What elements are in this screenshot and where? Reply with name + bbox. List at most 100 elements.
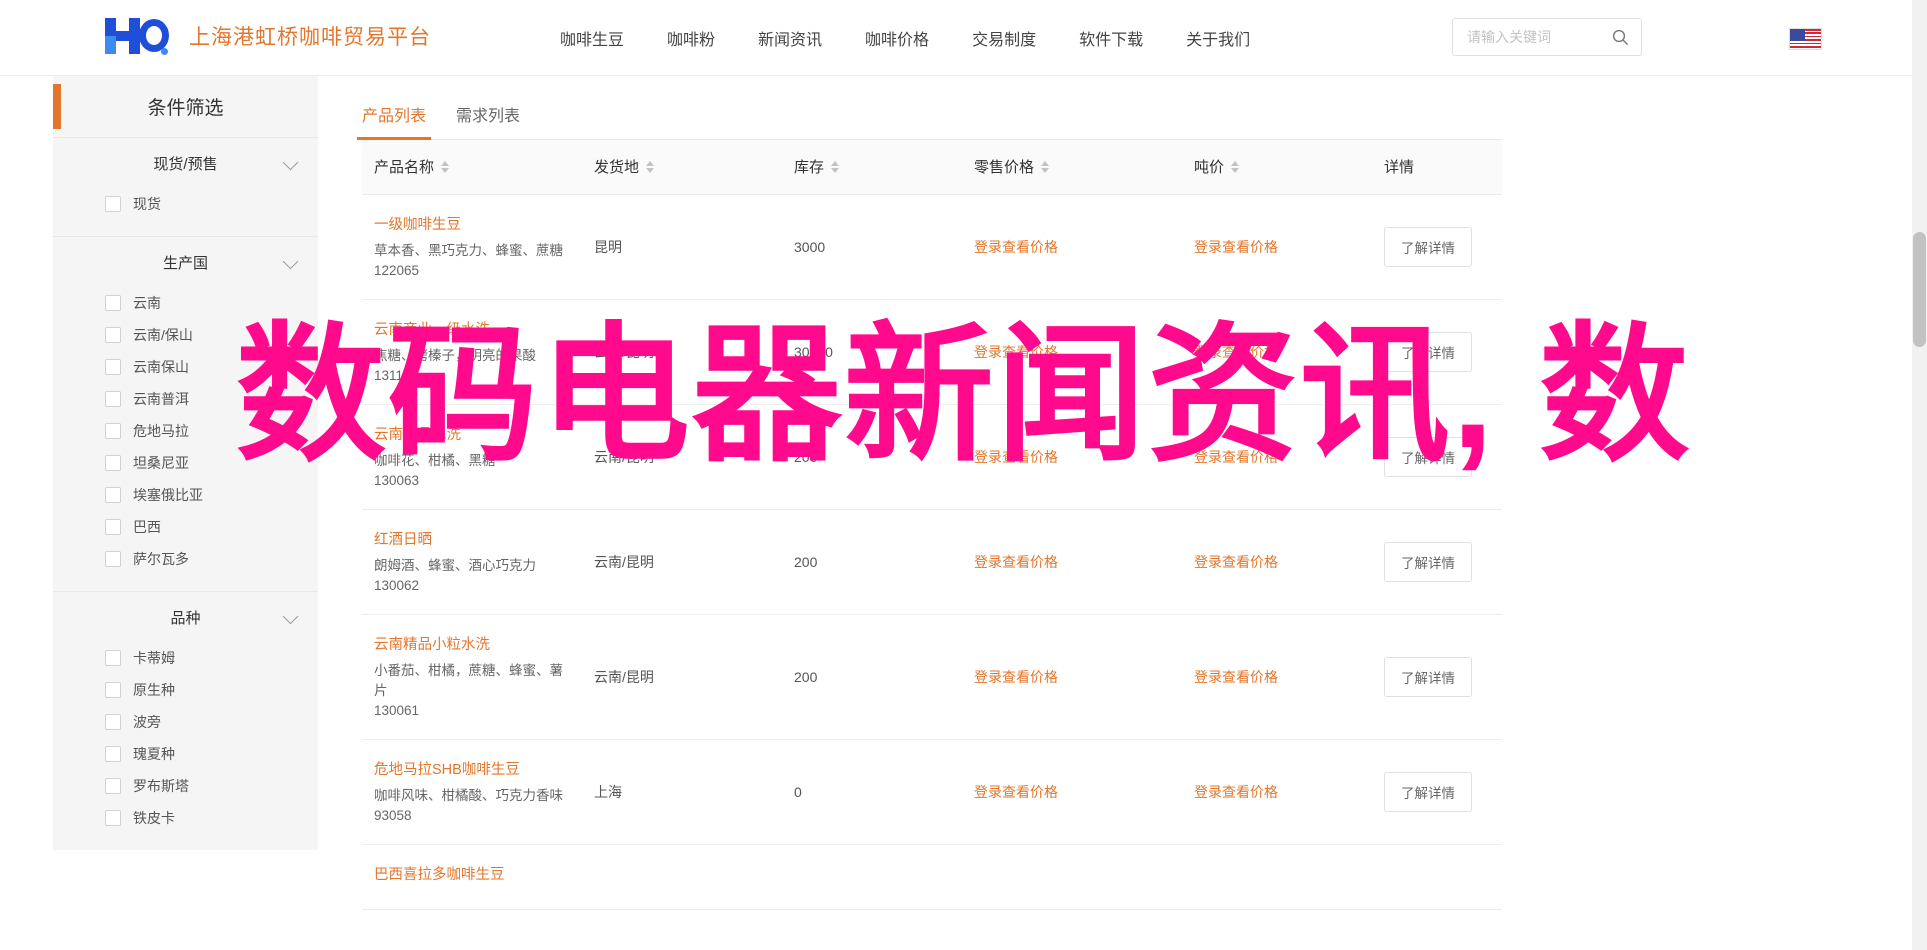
- filter-group-label: 生产国: [162, 254, 208, 272]
- login-to-view-ton-price-link[interactable]: 登录查看价格: [1194, 554, 1278, 570]
- product-name-link[interactable]: 危地马拉SHB咖啡生豆: [374, 758, 570, 779]
- login-to-view-ton-price-link[interactable]: 登录查看价格: [1194, 344, 1278, 360]
- login-to-view-ton-price-link[interactable]: 登录查看价格: [1194, 784, 1278, 800]
- chevron-down-icon[interactable]: [282, 608, 299, 625]
- login-to-view-price-link[interactable]: 登录查看价格: [974, 239, 1058, 255]
- nav-item-coffee-powder[interactable]: 咖啡粉: [667, 26, 715, 50]
- filter-option[interactable]: 埃塞俄比亚: [53, 479, 318, 511]
- search-icon[interactable]: [1612, 29, 1629, 46]
- nav-item-trading-rules[interactable]: 交易制度: [972, 26, 1036, 50]
- login-to-view-ton-price-link[interactable]: 登录查看价格: [1194, 449, 1278, 465]
- sort-icon[interactable]: [441, 160, 450, 173]
- checkbox[interactable]: [105, 551, 121, 567]
- product-name-link[interactable]: 云南精品小粒水洗: [374, 633, 570, 654]
- checkbox[interactable]: [105, 714, 121, 730]
- filter-option[interactable]: 罗布斯塔: [53, 770, 318, 802]
- product-name-link[interactable]: 云南精品水洗: [374, 423, 570, 444]
- sort-icon[interactable]: [1041, 160, 1050, 173]
- checkbox[interactable]: [105, 391, 121, 407]
- table-row[interactable]: 红酒日晒 朗姆酒、蜂蜜、酒心巧克力 130062 云南/昆明 200 登录查看价…: [362, 509, 1502, 615]
- filter-option[interactable]: 云南普洱: [53, 383, 318, 415]
- checkbox[interactable]: [105, 196, 121, 212]
- checkbox[interactable]: [105, 810, 121, 826]
- product-name-link[interactable]: 巴西喜拉多咖啡生豆: [374, 863, 570, 884]
- table-row[interactable]: 一级咖啡生豆 草本香、黑巧克力、蜂蜜、蔗糖 122065 昆明 3000 登录查…: [362, 194, 1502, 300]
- search-box[interactable]: [1452, 18, 1642, 56]
- search-input[interactable]: [1467, 29, 1602, 45]
- chevron-down-icon[interactable]: [282, 154, 299, 171]
- filter-option[interactable]: 铁皮卡: [53, 802, 318, 834]
- detail-button[interactable]: 了解详情: [1384, 541, 1472, 582]
- checkbox[interactable]: [105, 423, 121, 439]
- product-name-link[interactable]: 云南商业一级水洗: [374, 318, 570, 339]
- nav-item-coffee-beans[interactable]: 咖啡生豆: [560, 26, 624, 50]
- checkbox[interactable]: [105, 359, 121, 375]
- filter-option[interactable]: 萨尔瓦多: [53, 543, 318, 575]
- filter-option[interactable]: 原生种: [53, 674, 318, 706]
- table-row[interactable]: 云南商业一级水洗 焦糖、烤榛子，明亮的果酸 131164 云南/昆明 30000…: [362, 299, 1502, 405]
- filter-option[interactable]: 巴西: [53, 511, 318, 543]
- filter-option[interactable]: 云南/保山: [53, 319, 318, 351]
- table-row[interactable]: 云南精品水洗 咖啡花、柑橘、黑糖 130063 云南/昆明 200 登录查看价格…: [362, 404, 1502, 510]
- checkbox[interactable]: [105, 650, 121, 666]
- filter-group-header[interactable]: 品种: [53, 592, 318, 642]
- login-to-view-ton-price-link[interactable]: 登录查看价格: [1194, 239, 1278, 255]
- checkbox[interactable]: [105, 746, 121, 762]
- logo[interactable]: 上海港虹桥咖啡贸易平台: [105, 14, 431, 58]
- scrollbar-thumb[interactable]: [1913, 232, 1926, 347]
- checkbox[interactable]: [105, 455, 121, 471]
- nav-item-about-us[interactable]: 关于我们: [1186, 26, 1250, 50]
- filter-option[interactable]: 坦桑尼亚: [53, 447, 318, 479]
- checkbox[interactable]: [105, 682, 121, 698]
- checkbox[interactable]: [105, 295, 121, 311]
- cell-ship: 云南/昆明: [582, 509, 782, 615]
- tab-product-list[interactable]: 产品列表: [356, 102, 432, 140]
- product-name-link[interactable]: 红酒日晒: [374, 528, 570, 549]
- detail-button[interactable]: 了解详情: [1384, 331, 1472, 372]
- col-retail-price[interactable]: 零售价格: [962, 140, 1182, 195]
- col-stock[interactable]: 库存: [782, 140, 962, 195]
- filter-option[interactable]: 波旁: [53, 706, 318, 738]
- login-to-view-price-link[interactable]: 登录查看价格: [974, 784, 1058, 800]
- table-row[interactable]: 云南精品小粒水洗 小番茄、柑橘，蔗糖、蜂蜜、薯片 130061 云南/昆明 20…: [362, 614, 1502, 740]
- detail-button[interactable]: 了解详情: [1384, 656, 1472, 697]
- page-scrollbar[interactable]: [1912, 0, 1927, 950]
- login-to-view-price-link[interactable]: 登录查看价格: [974, 669, 1058, 685]
- login-to-view-price-link[interactable]: 登录查看价格: [974, 554, 1058, 570]
- checkbox[interactable]: [105, 519, 121, 535]
- detail-button[interactable]: 了解详情: [1384, 771, 1472, 812]
- filter-option[interactable]: 现货: [53, 188, 318, 220]
- filter-option[interactable]: 瑰夏种: [53, 738, 318, 770]
- table-row[interactable]: 危地马拉SHB咖啡生豆 咖啡风味、柑橘酸、巧克力香味 93058 上海 0 登录…: [362, 739, 1502, 845]
- checkbox[interactable]: [105, 327, 121, 343]
- col-ship-from[interactable]: 发货地: [582, 140, 782, 195]
- filter-option[interactable]: 危地马拉: [53, 415, 318, 447]
- filter-option[interactable]: 云南: [53, 287, 318, 319]
- filter-option[interactable]: 云南保山: [53, 351, 318, 383]
- col-ton-price[interactable]: 吨价: [1182, 140, 1372, 195]
- col-product-name[interactable]: 产品名称: [362, 140, 582, 195]
- checkbox[interactable]: [105, 487, 121, 503]
- login-to-view-ton-price-link[interactable]: 登录查看价格: [1194, 669, 1278, 685]
- chevron-down-icon[interactable]: [282, 253, 299, 270]
- detail-button[interactable]: 了解详情: [1384, 226, 1472, 267]
- nav-item-news[interactable]: 新闻资讯: [758, 26, 822, 50]
- login-to-view-price-link[interactable]: 登录查看价格: [974, 449, 1058, 465]
- us-flag-icon[interactable]: [1789, 28, 1822, 50]
- table-row[interactable]: 巴西喜拉多咖啡生豆: [362, 844, 1502, 910]
- product-name-link[interactable]: 一级咖啡生豆: [374, 213, 570, 234]
- filter-group-header[interactable]: 现货/预售: [53, 138, 318, 188]
- nav-item-software-download[interactable]: 软件下载: [1079, 26, 1143, 50]
- sort-icon[interactable]: [831, 160, 840, 173]
- login-to-view-price-link[interactable]: 登录查看价格: [974, 344, 1058, 360]
- cell-ton: [1182, 844, 1372, 910]
- nav-item-coffee-price[interactable]: 咖啡价格: [865, 26, 929, 50]
- detail-button[interactable]: 了解详情: [1384, 436, 1472, 477]
- sort-icon[interactable]: [646, 160, 655, 173]
- col-label: 库存: [794, 159, 825, 177]
- checkbox[interactable]: [105, 778, 121, 794]
- filter-group-header[interactable]: 生产国: [53, 237, 318, 287]
- filter-option[interactable]: 卡蒂姆: [53, 642, 318, 674]
- tab-demand-list[interactable]: 需求列表: [456, 102, 520, 139]
- sort-icon[interactable]: [1231, 160, 1240, 173]
